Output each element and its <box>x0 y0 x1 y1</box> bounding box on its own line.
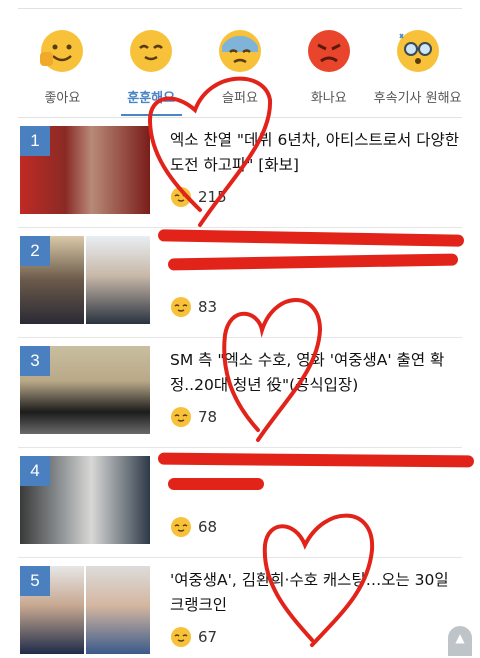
article-title[interactable]: SM 측 "엑소 수호, 영화 '여중생A' 출연 확정..20대 청년 役"(… <box>170 348 460 398</box>
reaction-count-value: 67 <box>198 628 218 646</box>
smiling-face-icon <box>171 187 191 207</box>
red-scribble <box>167 253 459 271</box>
list-item[interactable]: 4 68 <box>18 448 475 558</box>
top-divider <box>18 8 462 9</box>
list-item[interactable]: 2 83 <box>18 228 465 338</box>
reaction-sad-label: 슬퍼요 <box>222 91 258 106</box>
reaction-count: 67 <box>170 626 217 648</box>
article-thumbnail[interactable]: 5 <box>20 566 150 654</box>
thumbs-up-face-icon <box>39 28 85 74</box>
rank-badge: 5 <box>20 566 50 596</box>
reaction-like-label: 좋아요 <box>44 91 81 106</box>
angry-face-icon <box>306 28 352 74</box>
smiling-face-icon <box>171 407 191 427</box>
reaction-angry-label: 화나요 <box>310 91 347 106</box>
thumbnail-photo <box>86 236 150 324</box>
smiling-face-icon <box>171 627 191 647</box>
article-title[interactable]: 엑소 찬열 "데뷔 6년차, 아티스트로서 다양한 도전 하고파" [화보] <box>170 128 460 178</box>
article-list: 1 엑소 찬열 "데뷔 6년차, 아티스트로서 다양한 도전 하고파" [화보]… <box>18 118 475 658</box>
red-scribble <box>157 229 465 247</box>
rank-badge: 4 <box>20 456 50 486</box>
reaction-count-value: 83 <box>198 298 218 316</box>
list-item[interactable]: 3 SM 측 "엑소 수호, 영화 '여중생A' 출연 확정..20대 청년 役… <box>18 338 462 448</box>
reaction-count-value: 68 <box>198 518 218 536</box>
reaction-warm-label: 훈훈해요 <box>127 91 176 106</box>
reaction-warm[interactable]: 훈훈해요 <box>107 20 196 118</box>
scroll-to-top-button[interactable]: ▲ <box>448 626 472 656</box>
chevron-up-icon: ▲ <box>455 631 465 645</box>
article-thumbnail[interactable]: 2 <box>20 236 150 324</box>
article-thumbnail[interactable]: 1 <box>20 126 150 214</box>
reaction-angry[interactable]: 화나요 <box>284 20 373 118</box>
reaction-want-followup-label: 후속기사 원해요 <box>373 91 462 106</box>
article-title[interactable]: '여중생A', 김환희·수호 캐스팅…오는 30일 크랭크인 <box>170 568 460 618</box>
reaction-tabs: 좋아요 훈훈해요 슬퍼요 화나요 후속기사 원해요 <box>18 20 462 118</box>
smiling-face-icon <box>171 297 191 317</box>
smiling-face-icon <box>128 28 174 74</box>
red-scribble <box>168 478 264 490</box>
reaction-count-value: 215 <box>198 188 227 206</box>
glasses-face-icon <box>395 28 441 74</box>
reaction-sad[interactable]: 슬퍼요 <box>196 20 285 118</box>
reaction-count: 68 <box>170 516 217 538</box>
rank-badge: 3 <box>20 346 50 376</box>
sad-face-icon <box>217 28 263 74</box>
thumbnail-photo <box>86 566 150 654</box>
rank-badge: 1 <box>20 126 50 156</box>
article-thumbnail[interactable]: 4 <box>20 456 150 544</box>
list-item[interactable]: 1 엑소 찬열 "데뷔 6년차, 아티스트로서 다양한 도전 하고파" [화보]… <box>18 118 462 228</box>
reaction-like[interactable]: 좋아요 <box>18 20 107 118</box>
reaction-count: 215 <box>170 186 227 208</box>
reaction-count: 78 <box>170 406 217 428</box>
list-item[interactable]: 5 '여중생A', 김환희·수호 캐스팅…오는 30일 크랭크인 67 <box>18 558 462 658</box>
reaction-count: 83 <box>170 296 217 318</box>
smiling-face-icon <box>171 517 191 537</box>
rank-badge: 2 <box>20 236 50 266</box>
reaction-want-followup[interactable]: 후속기사 원해요 <box>373 20 462 118</box>
reaction-count-value: 78 <box>198 408 218 426</box>
red-scribble <box>157 452 475 468</box>
article-thumbnail[interactable]: 3 <box>20 346 150 434</box>
